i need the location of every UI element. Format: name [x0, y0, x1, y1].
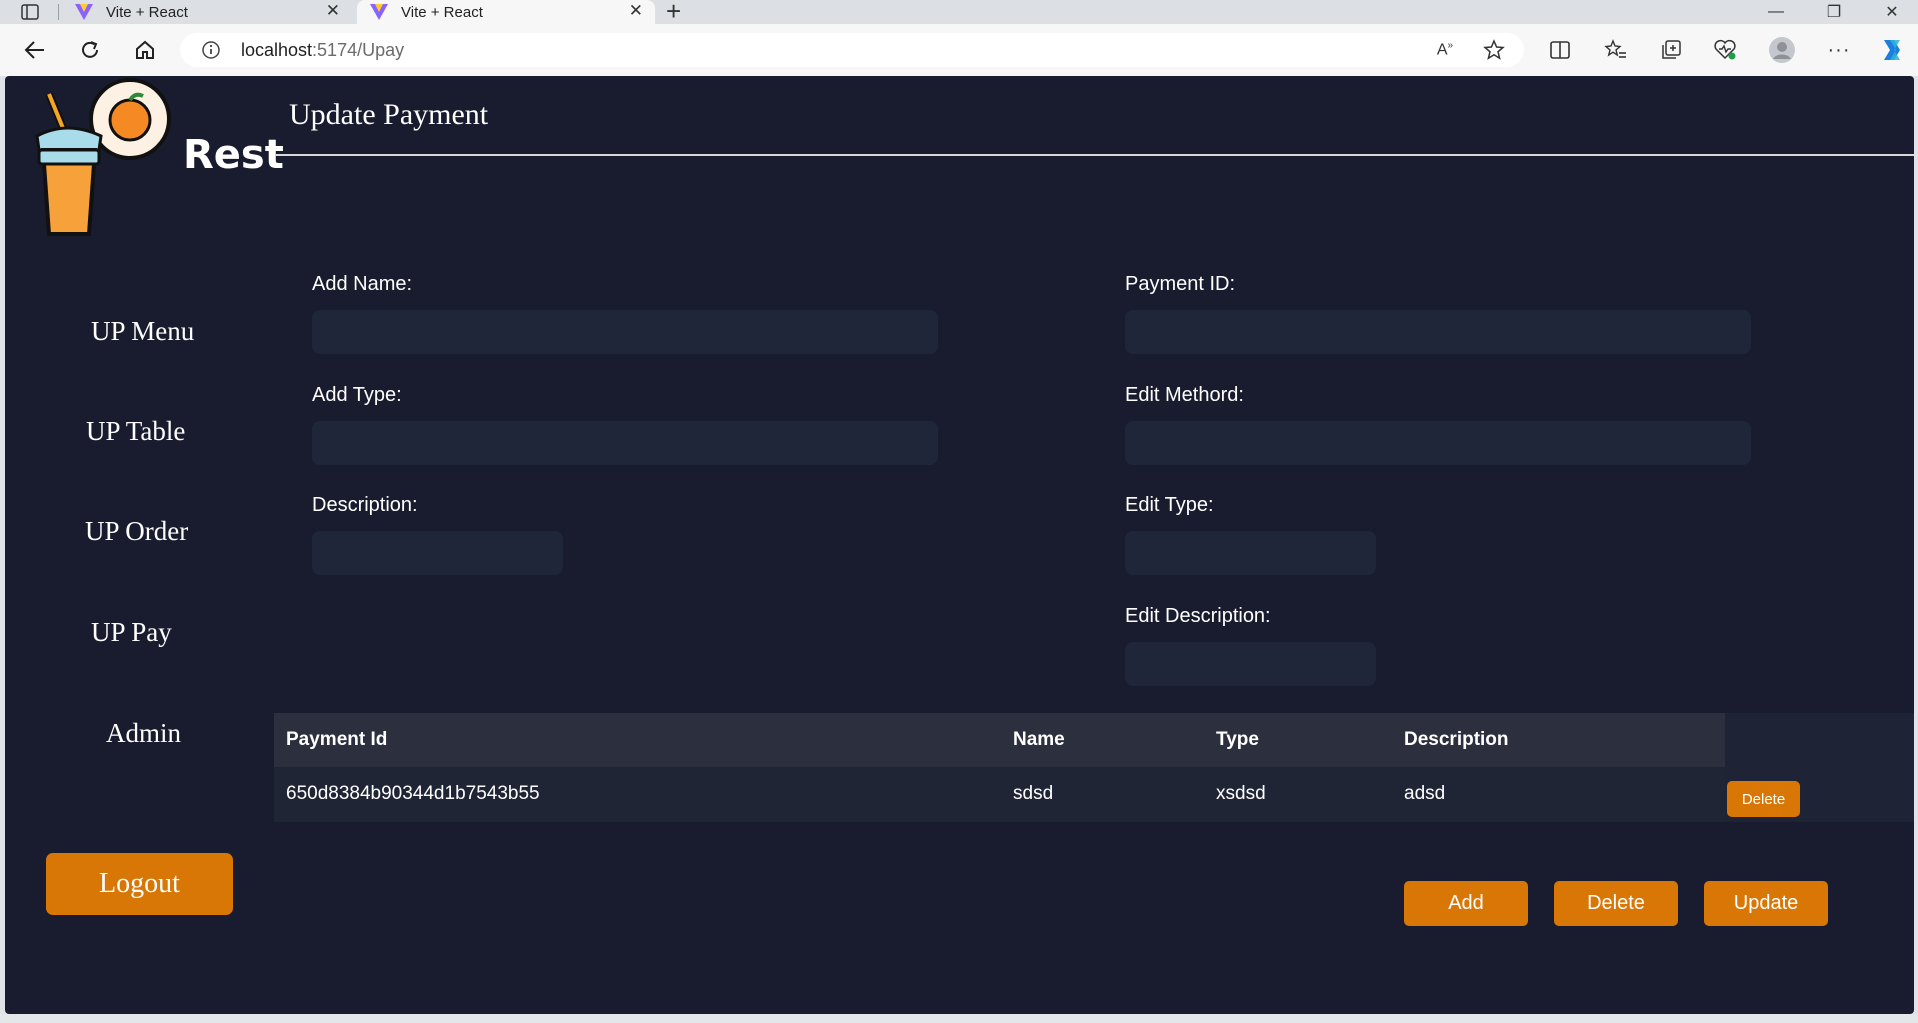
tab-title: Vite + React	[106, 3, 188, 21]
column-header-type: Type	[1216, 729, 1259, 750]
browser-tab-1[interactable]: Vite + React ✕	[62, 0, 352, 24]
payment-id-label: Payment ID:	[1125, 273, 1236, 295]
juice-logo	[35, 78, 171, 236]
browser-essentials-icon[interactable]	[1711, 36, 1739, 64]
row-delete-button[interactable]: Delete	[1727, 781, 1800, 817]
vite-icon	[75, 4, 93, 20]
sidebar-item-up-order[interactable]: UP Order	[85, 516, 188, 547]
split-screen-icon[interactable]	[1546, 36, 1574, 64]
cell-payment-id: 650d8384b90344d1b7543b55	[286, 783, 540, 804]
window-close-icon[interactable]: ✕	[1868, 0, 1916, 24]
tab-actions-icon[interactable]	[10, 0, 50, 24]
edit-description-label: Edit Description:	[1125, 605, 1271, 627]
app-root: Rest Update Payment UP Menu UP Table UP …	[5, 76, 1914, 1014]
description-input[interactable]	[312, 531, 563, 575]
address-bar[interactable]: localhost:5174/Upay A»	[180, 33, 1524, 67]
column-header-name: Name	[1013, 729, 1065, 750]
browser-toolbar: localhost:5174/Upay A» ···	[0, 24, 1918, 76]
column-header-description: Description	[1404, 729, 1509, 750]
sidebar-item-up-menu[interactable]: UP Menu	[91, 316, 194, 347]
sidebar-item-up-pay[interactable]: UP Pay	[91, 617, 172, 648]
table-header: Payment Id Name Type Description	[274, 713, 1725, 767]
table-row[interactable]: 650d8384b90344d1b7543b55 sdsd xsdsd adsd	[274, 767, 1725, 822]
more-icon[interactable]: ···	[1825, 36, 1853, 64]
cell-name: sdsd	[1013, 783, 1054, 804]
add-type-input[interactable]	[312, 421, 938, 465]
profile-icon[interactable]	[1768, 36, 1796, 64]
close-icon[interactable]: ✕	[629, 1, 643, 21]
browser-tab-2[interactable]: Vite + React ✕	[357, 0, 655, 24]
edit-description-input[interactable]	[1125, 642, 1376, 686]
delete-button[interactable]: Delete	[1554, 881, 1678, 926]
favorite-star-icon[interactable]	[1482, 38, 1506, 62]
logout-button[interactable]: Logout	[46, 853, 233, 915]
update-button[interactable]: Update	[1704, 881, 1828, 926]
page-title: Update Payment	[289, 98, 489, 131]
add-name-input[interactable]	[312, 310, 938, 354]
sidebar-item-admin[interactable]: Admin	[106, 718, 181, 749]
brand-name: Rest	[183, 132, 284, 178]
close-icon[interactable]: ✕	[326, 1, 340, 21]
edit-type-input[interactable]	[1125, 531, 1376, 575]
edit-method-label: Edit Methord:	[1125, 384, 1244, 406]
edit-method-input[interactable]	[1125, 421, 1751, 465]
title-divider	[275, 154, 1914, 156]
read-aloud-icon[interactable]: A»	[1433, 38, 1457, 62]
add-type-label: Add Type:	[312, 384, 402, 406]
url-path: :5174/Upay	[312, 40, 405, 60]
restore-icon[interactable]: ❐	[1810, 0, 1858, 24]
cell-description: adsd	[1404, 783, 1446, 804]
refresh-icon[interactable]	[70, 24, 110, 76]
add-name-label: Add Name:	[312, 273, 413, 295]
copilot-icon[interactable]	[1878, 36, 1906, 64]
tab-title: Vite + React	[401, 3, 483, 21]
browser-tab-bar: Vite + React ✕ Vite + React ✕ + — ❐ ✕	[0, 0, 1918, 24]
favorites-icon[interactable]	[1602, 36, 1630, 64]
collections-icon[interactable]	[1657, 36, 1685, 64]
back-icon[interactable]	[15, 24, 55, 76]
status-strip	[0, 1014, 1918, 1023]
tab-separator	[58, 4, 59, 20]
home-icon[interactable]	[125, 24, 165, 76]
payments-table: Payment Id Name Type Description 650d838…	[274, 713, 1914, 822]
add-button[interactable]: Add	[1404, 881, 1528, 926]
payment-id-input[interactable]	[1125, 310, 1751, 354]
minimize-icon[interactable]: —	[1752, 0, 1800, 24]
edit-type-label: Edit Type:	[1125, 494, 1214, 516]
plus-icon[interactable]: +	[666, 0, 681, 24]
cell-type: xsdsd	[1216, 783, 1266, 804]
info-icon[interactable]	[202, 41, 220, 59]
column-header-payment-id: Payment Id	[286, 729, 388, 750]
vite-icon	[370, 4, 388, 20]
url-text[interactable]: localhost:5174/Upay	[241, 40, 404, 61]
sidebar-item-up-table[interactable]: UP Table	[86, 416, 185, 447]
description-label: Description:	[312, 494, 418, 516]
url-host: localhost	[241, 40, 313, 60]
